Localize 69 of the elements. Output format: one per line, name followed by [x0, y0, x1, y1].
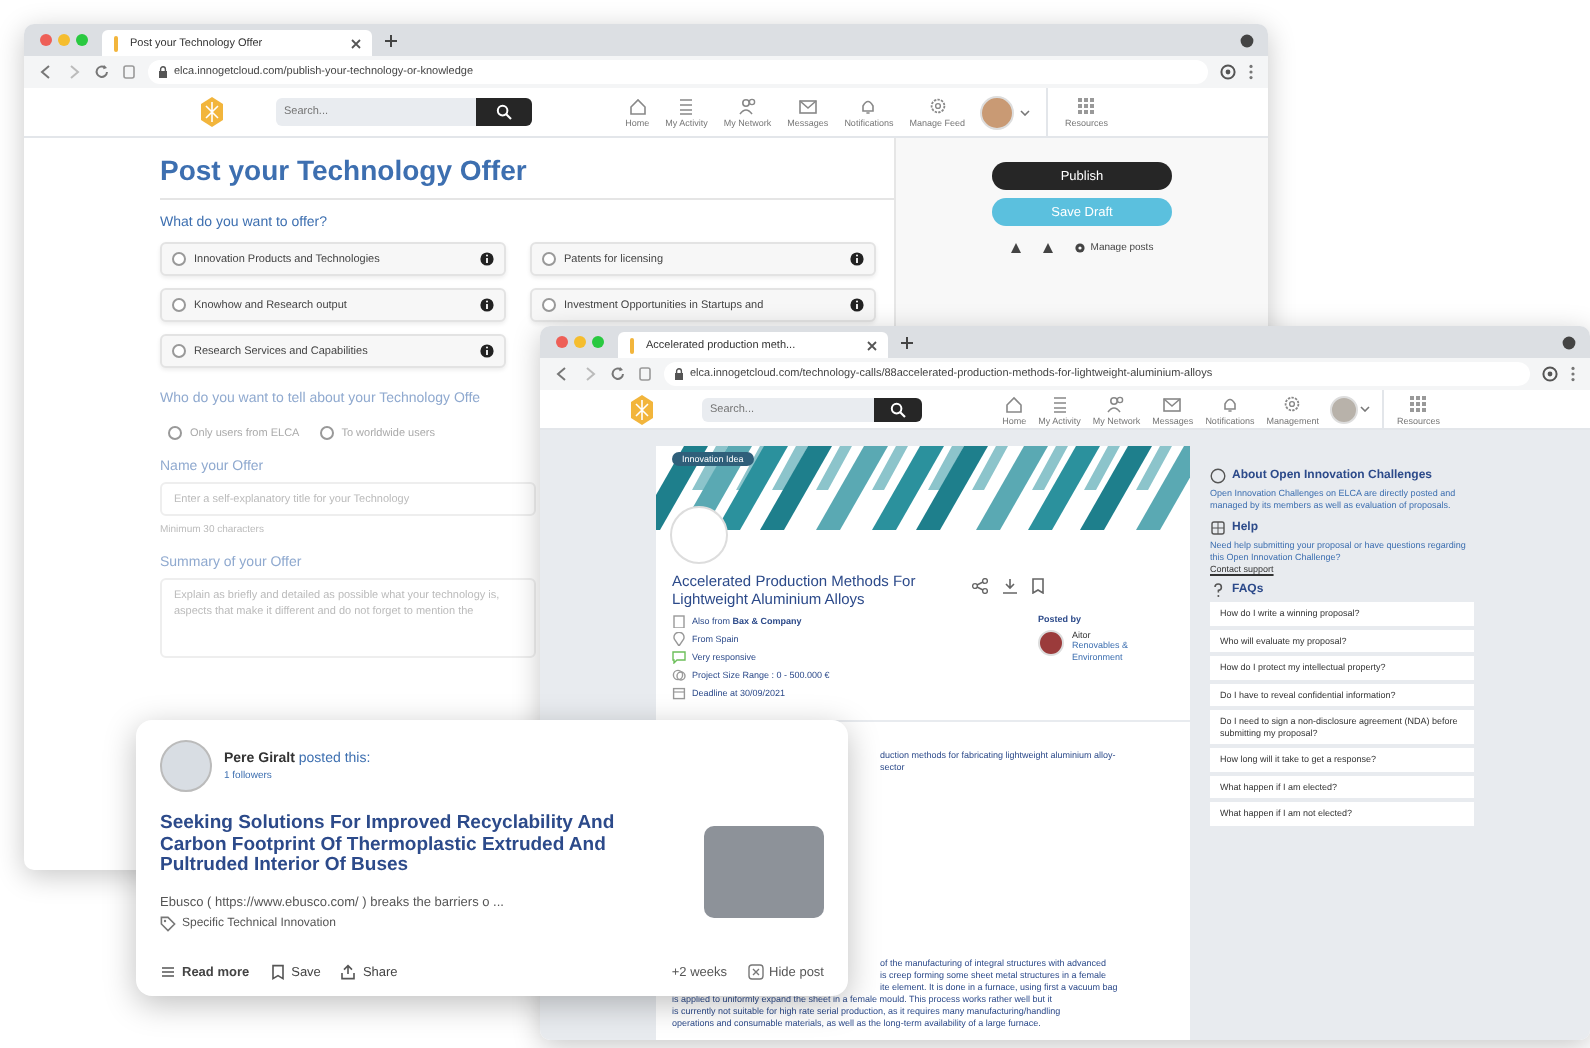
- close-icon[interactable]: [866, 339, 878, 351]
- location-pin-icon: [672, 632, 686, 646]
- info-icon[interactable]: [480, 344, 494, 358]
- list-icon: [160, 964, 176, 980]
- triangle-icon[interactable]: [1010, 242, 1023, 254]
- calendar-icon: [672, 686, 686, 700]
- people-icon: [1106, 393, 1127, 413]
- more-icon[interactable]: [1248, 64, 1254, 80]
- search-icon: [496, 104, 512, 120]
- company-logo: [670, 506, 728, 564]
- reload-icon[interactable]: [610, 366, 626, 382]
- profile-icon[interactable]: [1562, 335, 1576, 349]
- caret-icon[interactable]: [1360, 406, 1371, 412]
- info-icon[interactable]: [480, 252, 494, 266]
- download-icon[interactable]: [1002, 578, 1018, 594]
- info-icon[interactable]: [480, 298, 494, 312]
- avatar[interactable]: [1038, 630, 1064, 656]
- radio-button[interactable]: [172, 252, 186, 266]
- reload-icon[interactable]: [94, 64, 110, 80]
- lock-icon: [674, 368, 684, 380]
- chat-bubble-icon: [672, 650, 686, 664]
- bookmark-icon: [269, 964, 286, 980]
- search-button[interactable]: [874, 397, 922, 421]
- profile-icon[interactable]: [1240, 33, 1254, 47]
- post-title[interactable]: Seeking Solutions For Improved Recyclability And Carbon Footprint Of Thermoplastic Extruded And Pultruded Interior Of Buses: [160, 814, 672, 877]
- radio-button[interactable]: [172, 344, 186, 358]
- list-icon: [676, 96, 697, 116]
- question-mark-icon: [1210, 582, 1226, 598]
- radio-button[interactable]: [172, 298, 186, 312]
- help-icon: [1210, 520, 1226, 536]
- people-icon: [737, 96, 758, 116]
- search-icon: [890, 401, 906, 417]
- lock-icon: [158, 66, 168, 78]
- back-icon[interactable]: [38, 64, 54, 80]
- tag-icon: [160, 915, 176, 931]
- radio-button[interactable]: [319, 426, 334, 440]
- grid-icon: [1076, 96, 1097, 116]
- envelope-icon: [1162, 393, 1183, 413]
- more-icon[interactable]: [1570, 366, 1576, 382]
- plus-icon[interactable]: [900, 335, 914, 349]
- radio-button[interactable]: [542, 252, 556, 266]
- info-icon[interactable]: [850, 298, 864, 312]
- envelope-icon: [797, 96, 818, 116]
- caret-icon[interactable]: [1020, 109, 1031, 115]
- back-icon[interactable]: [554, 366, 570, 382]
- triangle-icon[interactable]: [1042, 242, 1055, 254]
- home-icon: [1004, 393, 1025, 413]
- photo-placeholder: [704, 826, 824, 918]
- coins-icon: [672, 668, 686, 682]
- bookmark-icon[interactable]: [1032, 578, 1044, 594]
- bell-icon: [858, 96, 879, 116]
- share-icon: [340, 964, 357, 980]
- close-icon: [747, 964, 764, 980]
- radio-button[interactable]: [542, 298, 556, 312]
- info-icon[interactable]: [850, 252, 864, 266]
- search-button[interactable]: [476, 98, 532, 126]
- favicon-icon: [112, 35, 120, 51]
- home-icon: [627, 96, 648, 116]
- plus-icon[interactable]: [384, 33, 398, 47]
- radio-button[interactable]: [168, 426, 182, 440]
- share-icon[interactable]: [972, 578, 988, 594]
- grid-icon: [1408, 393, 1429, 413]
- bell-icon: [1219, 393, 1240, 413]
- list-icon: [1049, 393, 1070, 413]
- window-controls-icon[interactable]: [38, 32, 90, 48]
- favicon-icon: [628, 337, 636, 353]
- close-icon[interactable]: [350, 37, 362, 49]
- window-controls-icon[interactable]: [554, 334, 606, 350]
- page-title: Post your Technology Offer: [160, 154, 527, 186]
